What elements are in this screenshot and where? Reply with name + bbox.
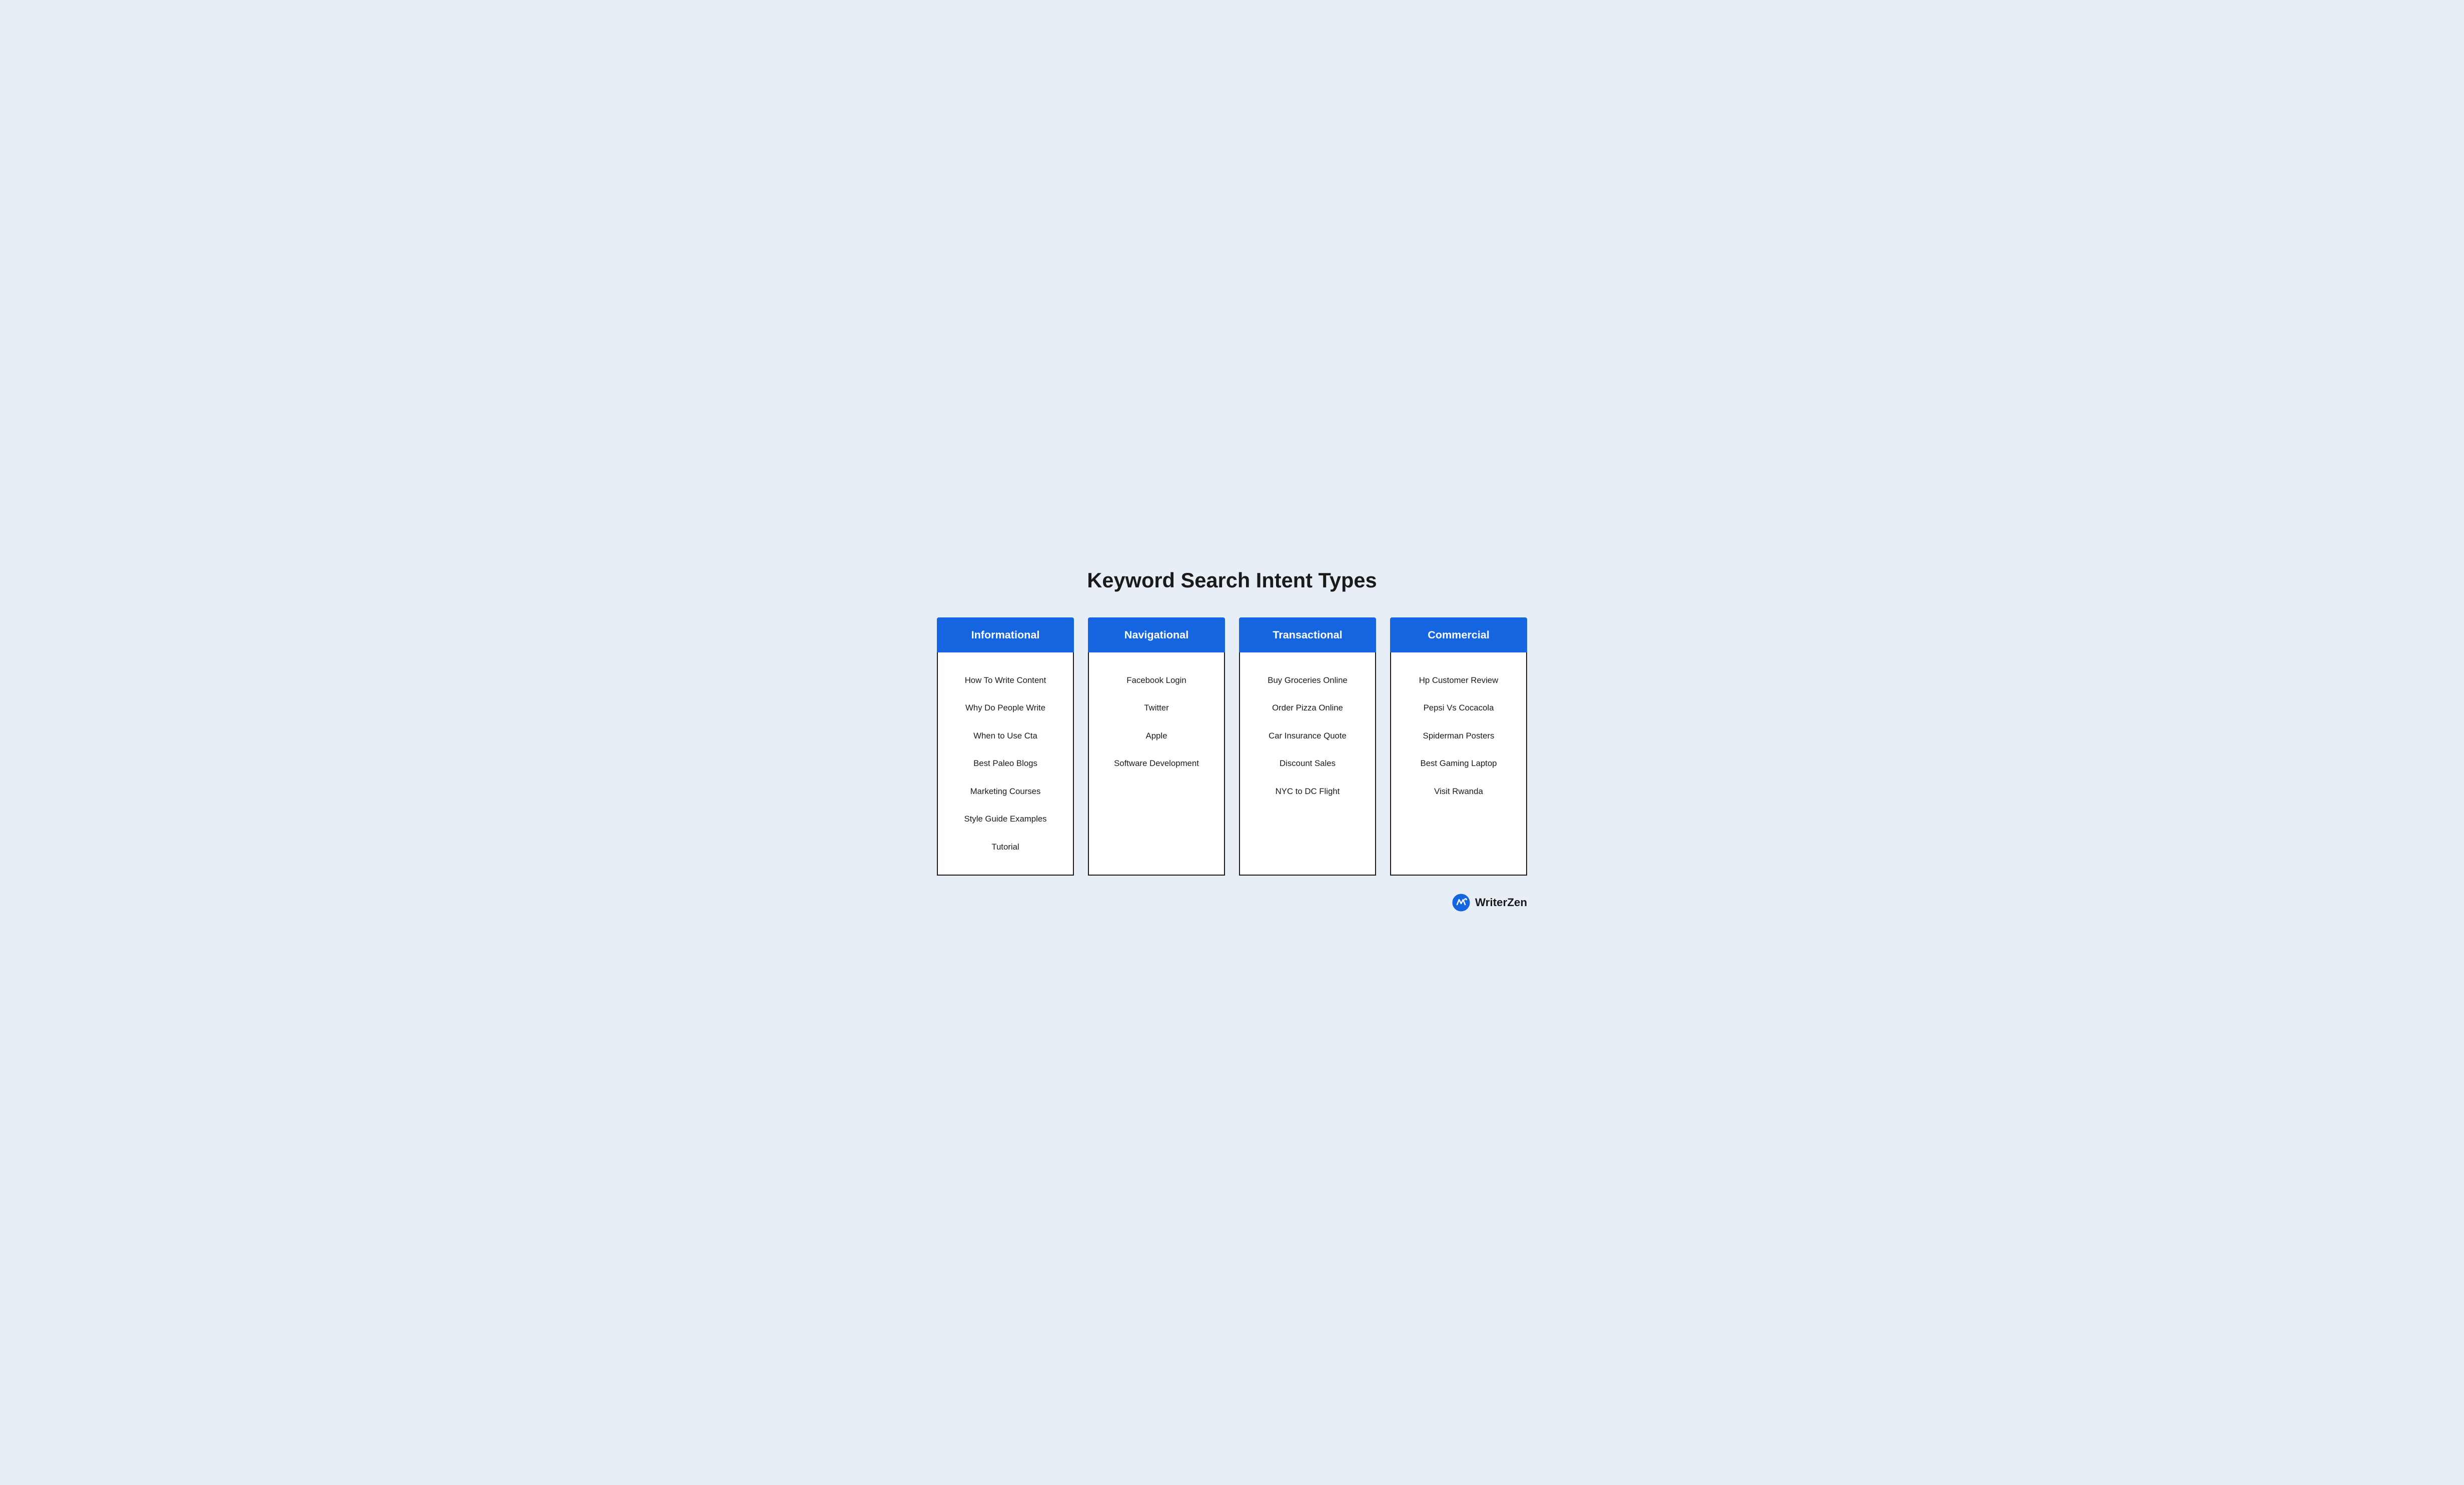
column-header-transactional: Transactional xyxy=(1239,617,1376,652)
list-item: Order Pizza Online xyxy=(1250,694,1365,722)
list-item: Car Insurance Quote xyxy=(1250,722,1365,750)
column-header-informational: Informational xyxy=(937,617,1074,652)
page-container: Keyword Search Intent Types Informationa… xyxy=(907,543,1557,942)
list-item: Visit Rwanda xyxy=(1401,778,1516,806)
list-item: Twitter xyxy=(1099,694,1214,722)
list-item: When to Use Cta xyxy=(948,722,1063,750)
column-header-navigational: Navigational xyxy=(1088,617,1225,652)
list-item: Style Guide Examples xyxy=(948,805,1063,833)
column-commercial: CommercialHp Customer ReviewPepsi Vs Coc… xyxy=(1390,617,1527,876)
column-body-commercial: Hp Customer ReviewPepsi Vs CocacolaSpide… xyxy=(1390,652,1527,876)
writerzen-logo-icon xyxy=(1452,894,1470,912)
list-item: Buy Groceries Online xyxy=(1250,666,1365,694)
list-item: Best Paleo Blogs xyxy=(948,750,1063,778)
list-item: Why Do People Write xyxy=(948,694,1063,722)
list-item: NYC to DC Flight xyxy=(1250,778,1365,806)
list-item: Spiderman Posters xyxy=(1401,722,1516,750)
list-item: Facebook Login xyxy=(1099,666,1214,694)
column-transactional: TransactionalBuy Groceries OnlineOrder P… xyxy=(1239,617,1376,876)
column-body-navigational: Facebook LoginTwitterAppleSoftware Devel… xyxy=(1088,652,1225,876)
column-body-informational: How To Write ContentWhy Do People WriteW… xyxy=(937,652,1074,876)
list-item: Software Development xyxy=(1099,750,1214,778)
list-item: Discount Sales xyxy=(1250,750,1365,778)
branding-name: WriterZen xyxy=(1475,896,1527,909)
branding: WriterZen xyxy=(937,894,1527,912)
list-item: Hp Customer Review xyxy=(1401,666,1516,694)
list-item: How To Write Content xyxy=(948,666,1063,694)
list-item: Best Gaming Laptop xyxy=(1401,750,1516,778)
list-item: Tutorial xyxy=(948,833,1063,861)
list-item: Pepsi Vs Cocacola xyxy=(1401,694,1516,722)
list-item: Marketing Courses xyxy=(948,778,1063,806)
page-title: Keyword Search Intent Types xyxy=(937,568,1527,592)
column-informational: InformationalHow To Write ContentWhy Do … xyxy=(937,617,1074,876)
column-header-commercial: Commercial xyxy=(1390,617,1527,652)
column-navigational: NavigationalFacebook LoginTwitterAppleSo… xyxy=(1088,617,1225,876)
column-body-transactional: Buy Groceries OnlineOrder Pizza OnlineCa… xyxy=(1239,652,1376,876)
list-item: Apple xyxy=(1099,722,1214,750)
columns-grid: InformationalHow To Write ContentWhy Do … xyxy=(937,617,1527,876)
